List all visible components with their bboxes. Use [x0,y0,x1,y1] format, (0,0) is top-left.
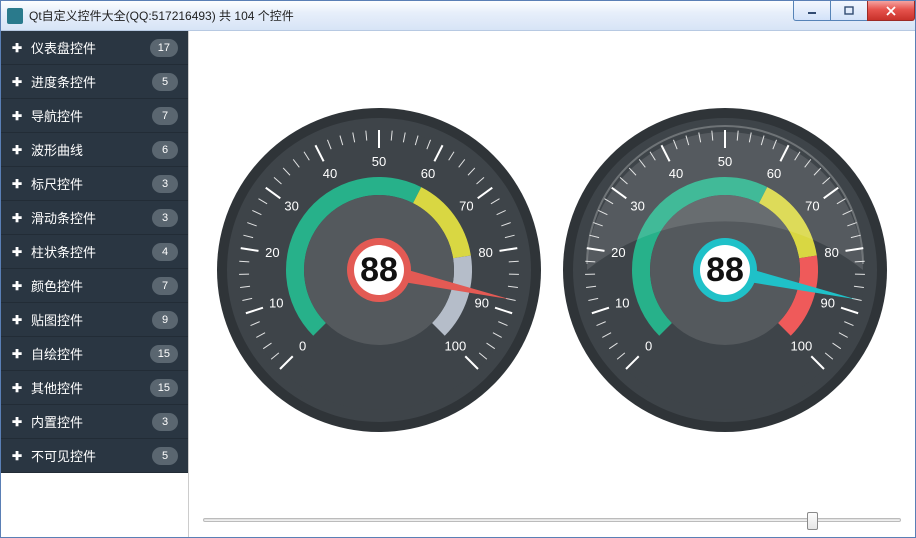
expand-icon: ✚ [11,211,23,225]
expand-icon: ✚ [11,75,23,89]
svg-text:100: 100 [790,338,812,353]
sidebar-item-label: 贴图控件 [31,310,152,329]
titlebar[interactable]: Qt自定义控件大全(QQ:517216493) 共 104 个控件 [1,1,915,31]
svg-text:88: 88 [360,251,398,289]
sidebar-item-0[interactable]: ✚ 仪表盘控件17 [1,31,188,65]
sidebar-item-label: 波形曲线 [31,140,152,159]
app-icon [7,8,23,24]
sidebar-item-5[interactable]: ✚ 滑动条控件3 [1,201,188,235]
sidebar-item-label: 进度条控件 [31,72,152,91]
sidebar-item-label: 导航控件 [31,106,152,125]
svg-text:20: 20 [265,245,279,260]
sidebar-item-count: 6 [152,141,178,159]
sidebar-item-count: 17 [150,39,178,57]
expand-icon: ✚ [11,279,23,293]
svg-text:100: 100 [445,338,467,353]
sidebar-item-9[interactable]: ✚ 自绘控件15 [1,337,188,371]
sidebar-item-label: 标尺控件 [31,174,152,193]
sidebar-item-12[interactable]: ✚ 不可见控件5 [1,439,188,473]
slider-row [189,509,915,537]
sidebar-item-label: 柱状条控件 [31,242,152,261]
value-slider[interactable] [203,518,901,522]
sidebar-item-4[interactable]: ✚ 标尺控件3 [1,167,188,201]
expand-icon: ✚ [11,313,23,327]
sidebar-item-count: 15 [150,345,178,363]
gauge-area: 010203040506070809010088 010203040506070… [189,31,915,509]
sidebar-item-1[interactable]: ✚ 进度条控件5 [1,65,188,99]
sidebar-item-label: 不可见控件 [31,446,152,465]
sidebar-item-11[interactable]: ✚ 内置控件3 [1,405,188,439]
svg-text:10: 10 [615,295,629,310]
svg-text:88: 88 [706,251,744,289]
sidebar-item-count: 5 [152,447,178,465]
svg-text:10: 10 [269,295,283,310]
sidebar-item-10[interactable]: ✚ 其他控件15 [1,371,188,405]
sidebar-item-label: 颜色控件 [31,276,152,295]
sidebar-item-count: 7 [152,277,178,295]
sidebar-item-label: 仪表盘控件 [31,38,150,57]
sidebar-item-2[interactable]: ✚ 导航控件7 [1,99,188,133]
sidebar-item-label: 其他控件 [31,378,150,397]
gauge-right: 010203040506070809010088 [560,105,890,435]
svg-text:0: 0 [645,338,652,353]
expand-icon: ✚ [11,415,23,429]
expand-icon: ✚ [11,143,23,157]
slider-thumb[interactable] [807,512,818,530]
expand-icon: ✚ [11,41,23,55]
sidebar-item-count: 4 [152,243,178,261]
svg-text:30: 30 [285,199,299,214]
expand-icon: ✚ [11,381,23,395]
sidebar-item-count: 3 [152,413,178,431]
minimize-button[interactable] [793,1,831,21]
close-button[interactable] [867,1,915,21]
expand-icon: ✚ [11,109,23,123]
sidebar[interactable]: ✚仪表盘控件17✚进度条控件5✚导航控件7✚波形曲线6✚标尺控件3✚滑动条控件3… [1,31,189,537]
sidebar-item-7[interactable]: ✚ 颜色控件7 [1,269,188,303]
sidebar-item-count: 3 [152,175,178,193]
svg-text:70: 70 [459,199,473,214]
expand-icon: ✚ [11,245,23,259]
sidebar-item-count: 9 [152,311,178,329]
sidebar-item-6[interactable]: ✚ 柱状条控件4 [1,235,188,269]
svg-text:90: 90 [475,295,489,310]
sidebar-item-count: 3 [152,209,178,227]
window-buttons [794,1,915,21]
sidebar-item-label: 滑动条控件 [31,208,152,227]
sidebar-item-count: 7 [152,107,178,125]
svg-text:50: 50 [372,154,386,169]
window-body: ✚仪表盘控件17✚进度条控件5✚导航控件7✚波形曲线6✚标尺控件3✚滑动条控件3… [1,31,915,537]
sidebar-item-count: 15 [150,379,178,397]
expand-icon: ✚ [11,449,23,463]
sidebar-item-3[interactable]: ✚ 波形曲线6 [1,133,188,167]
sidebar-item-8[interactable]: ✚ 贴图控件9 [1,303,188,337]
window-title: Qt自定义控件大全(QQ:517216493) 共 104 个控件 [29,7,294,24]
sidebar-item-count: 5 [152,73,178,91]
sidebar-item-label: 内置控件 [31,412,152,431]
svg-text:90: 90 [820,295,834,310]
svg-text:80: 80 [479,245,493,260]
svg-text:40: 40 [323,166,337,181]
gauge-left: 0 10 20 30 40 50 60 70 80 90 100 88 [214,105,544,435]
maximize-button[interactable] [830,1,868,21]
sidebar-item-label: 自绘控件 [31,344,150,363]
svg-text:60: 60 [421,166,435,181]
expand-icon: ✚ [11,347,23,361]
window-frame: Qt自定义控件大全(QQ:517216493) 共 104 个控件 ✚ 仪表盘控件… [0,0,916,538]
expand-icon: ✚ [11,177,23,191]
svg-text:0: 0 [299,338,306,353]
main-panel: 010203040506070809010088 010203040506070… [189,31,915,537]
